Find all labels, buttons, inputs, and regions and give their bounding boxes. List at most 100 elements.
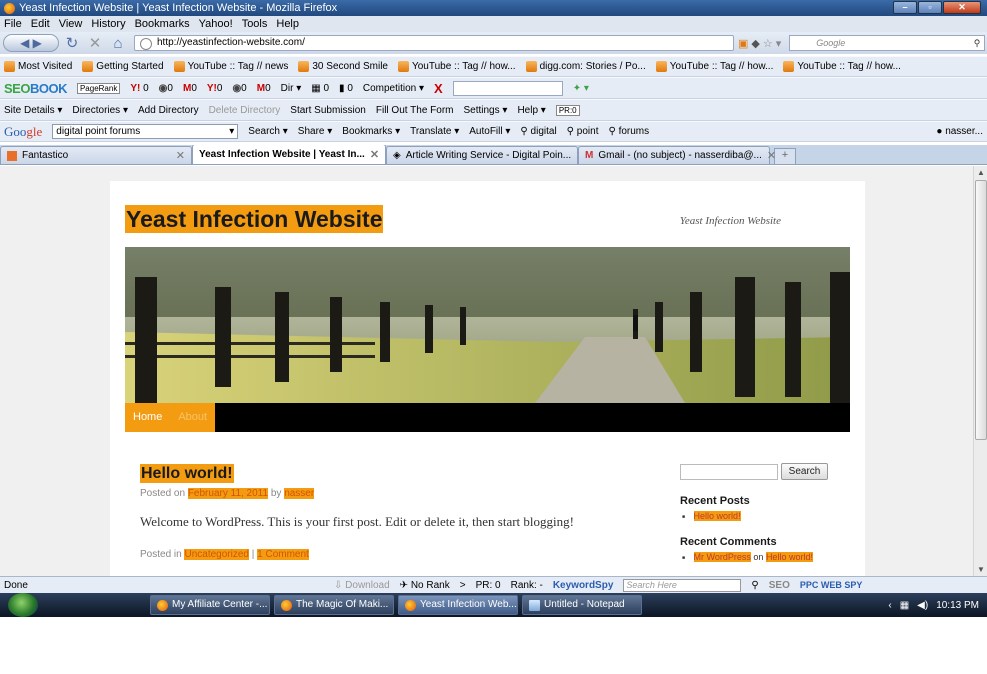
google-search-input[interactable]: digital point forums bbox=[52, 124, 239, 139]
keywordspy-search-input[interactable]: Search Here bbox=[623, 578, 742, 592]
seo-metric[interactable]: Y!0 bbox=[207, 83, 223, 94]
seo-metric[interactable]: Y! 0 bbox=[130, 83, 148, 94]
tab-article-writing[interactable]: ◈ Article Writing Service - Digital Poin… bbox=[386, 146, 585, 164]
tools-icon[interactable]: ✦ ▾ bbox=[573, 83, 589, 94]
menu-bookmarks[interactable]: Bookmarks bbox=[135, 18, 190, 30]
category-link[interactable]: Uncategorized bbox=[184, 549, 249, 560]
seo-indicator[interactable]: SEO bbox=[769, 580, 790, 591]
network-icon[interactable]: ▦ bbox=[900, 600, 909, 611]
menu-tools[interactable]: Tools bbox=[242, 18, 268, 30]
bookmark-item[interactable]: digg.com: Stories / Po... bbox=[525, 61, 646, 72]
add-directory-button[interactable]: Add Directory bbox=[138, 105, 199, 116]
tray-arrow-icon[interactable]: ‹ bbox=[888, 600, 891, 611]
post-date-link[interactable]: February 11, 2011 bbox=[187, 488, 269, 499]
search-icon[interactable]: ⚲ bbox=[751, 580, 758, 591]
seobook-logo[interactable]: SEOBOOK bbox=[4, 81, 67, 96]
keywordspy-logo[interactable]: KeywordSpy bbox=[553, 580, 614, 591]
volume-icon[interactable]: ◀) bbox=[917, 600, 928, 611]
bookmark-item[interactable]: 30 Second Smile bbox=[298, 61, 388, 72]
clock[interactable]: 10:13 PM bbox=[936, 600, 979, 611]
tab-fantastico[interactable]: Fantastico ✕ bbox=[0, 146, 192, 164]
bookmark-item[interactable]: Getting Started bbox=[82, 61, 164, 72]
stop-icon[interactable]: ✕ bbox=[85, 34, 105, 52]
vertical-scrollbar[interactable]: ▲ ▼ bbox=[973, 166, 987, 576]
seo-metric[interactable]: ▮ 0 bbox=[339, 83, 353, 94]
ppc-web-spy[interactable]: PPC WEB SPY bbox=[800, 580, 863, 590]
search-icon[interactable]: ⚲ bbox=[974, 36, 981, 50]
close-tab-icon[interactable]: ✕ bbox=[767, 149, 776, 162]
address-bar[interactable]: http://yeastinfection-website.com/ bbox=[134, 35, 734, 51]
comment-post-link[interactable]: Hello world! bbox=[765, 552, 813, 562]
x-icon[interactable]: X bbox=[434, 81, 443, 96]
menu-yahoo[interactable]: Yahoo! bbox=[199, 18, 233, 30]
share-button[interactable]: Share ▾ bbox=[298, 126, 333, 137]
menu-edit[interactable]: Edit bbox=[31, 18, 50, 30]
seo-metric[interactable]: ◉0 bbox=[232, 83, 246, 94]
competition-dropdown[interactable]: Competition ▾ bbox=[363, 83, 424, 94]
google-account[interactable]: ● nasser... bbox=[936, 126, 983, 137]
delete-directory-button[interactable]: Delete Directory bbox=[209, 105, 281, 116]
menu-home[interactable]: Home bbox=[125, 403, 171, 432]
post-author-link[interactable]: nasser bbox=[284, 488, 315, 499]
comment-author-link[interactable]: Mr WordPress bbox=[693, 552, 751, 562]
tab-yeast-infection[interactable]: Yeast Infection Website | Yeast In... ✕ bbox=[192, 145, 386, 164]
seobook-search-input[interactable] bbox=[452, 80, 563, 96]
bookmarks-button[interactable]: Bookmarks ▾ bbox=[342, 126, 400, 137]
minimize-button[interactable]: – bbox=[893, 1, 917, 14]
fill-out-form-button[interactable]: Fill Out The Form bbox=[376, 105, 454, 116]
start-submission-button[interactable]: Start Submission bbox=[290, 105, 366, 116]
translate-button[interactable]: Translate ▾ bbox=[410, 126, 459, 137]
sidebar-search-input[interactable] bbox=[680, 464, 778, 480]
menu-history[interactable]: History bbox=[91, 18, 125, 30]
arrow-icon[interactable]: > bbox=[460, 580, 466, 591]
taskbar-item[interactable]: Yeast Infection Web... bbox=[398, 595, 518, 615]
highlight-term[interactable]: ⚲ digital bbox=[520, 126, 556, 137]
close-tab-icon[interactable]: ✕ bbox=[176, 149, 185, 162]
bookmark-star-icon[interactable]: ☆ bbox=[763, 37, 773, 50]
dir-dropdown[interactable]: Dir ▾ bbox=[281, 83, 302, 94]
settings-dropdown[interactable]: Settings ▾ bbox=[463, 105, 507, 116]
scrollbar-thumb[interactable] bbox=[975, 180, 987, 440]
help-dropdown[interactable]: Help ▾ bbox=[517, 105, 545, 116]
google-search-button[interactable]: Search ▾ bbox=[248, 126, 288, 137]
search-engine-box[interactable]: Google ⚲ bbox=[789, 35, 986, 51]
highlight-term[interactable]: ⚲ point bbox=[567, 126, 599, 137]
highlight-term[interactable]: ⚲ forums bbox=[608, 126, 649, 137]
dropdown-arrow-icon[interactable]: ▾ bbox=[776, 37, 782, 50]
bookmark-item[interactable]: YouTube :: Tag // how... bbox=[783, 61, 901, 72]
taskbar-item[interactable]: My Affiliate Center -... bbox=[150, 595, 270, 615]
scroll-up-icon[interactable]: ▲ bbox=[977, 168, 985, 177]
google-logo[interactable]: Google bbox=[4, 124, 42, 140]
post-title[interactable]: Hello world! bbox=[140, 464, 234, 483]
new-tab-button[interactable]: + bbox=[774, 148, 796, 164]
directories-dropdown[interactable]: Directories ▾ bbox=[72, 105, 128, 116]
start-button[interactable] bbox=[8, 593, 38, 617]
menu-file[interactable]: File bbox=[4, 18, 22, 30]
pagerank-indicator[interactable]: PageRank bbox=[76, 82, 121, 94]
scroll-down-icon[interactable]: ▼ bbox=[977, 565, 985, 574]
site-details-dropdown[interactable]: Site Details ▾ bbox=[4, 105, 62, 116]
menu-help[interactable]: Help bbox=[276, 18, 299, 30]
seo-metric[interactable]: M0 bbox=[183, 83, 197, 94]
maximize-button[interactable]: ▫ bbox=[918, 1, 942, 14]
addon-icon[interactable]: ◆ bbox=[751, 37, 759, 50]
tab-gmail[interactable]: M Gmail - (no subject) - nasserdiba@... ✕ bbox=[578, 146, 776, 164]
menu-about[interactable]: About bbox=[170, 403, 216, 432]
autofill-button[interactable]: AutoFill ▾ bbox=[469, 126, 510, 137]
seo-metric[interactable]: ▦ 0 bbox=[311, 83, 329, 94]
bookmark-item[interactable]: YouTube :: Tag // how... bbox=[397, 61, 516, 72]
taskbar-item[interactable]: The Magic Of Maki... bbox=[274, 595, 394, 615]
seo-metric[interactable]: M0 bbox=[257, 83, 271, 94]
comments-link[interactable]: 1 Comment bbox=[257, 549, 309, 560]
recent-post-link[interactable]: Hello world! bbox=[693, 511, 741, 521]
reload-icon[interactable]: ↻ bbox=[62, 34, 82, 52]
download-button[interactable]: ⇩ Download bbox=[334, 580, 390, 591]
taskbar-item[interactable]: Untitled - Notepad bbox=[522, 595, 642, 615]
bookmark-item[interactable]: YouTube :: Tag // news bbox=[173, 61, 288, 72]
seo-metric[interactable]: ◉0 bbox=[159, 83, 173, 94]
bookmark-item[interactable]: YouTube :: Tag // how... bbox=[655, 61, 773, 72]
home-icon[interactable]: ⌂ bbox=[108, 35, 128, 52]
bookmark-item[interactable]: Most Visited bbox=[4, 61, 72, 72]
rss-feed-icon[interactable]: ▣ bbox=[738, 37, 748, 50]
menu-view[interactable]: View bbox=[59, 18, 83, 30]
